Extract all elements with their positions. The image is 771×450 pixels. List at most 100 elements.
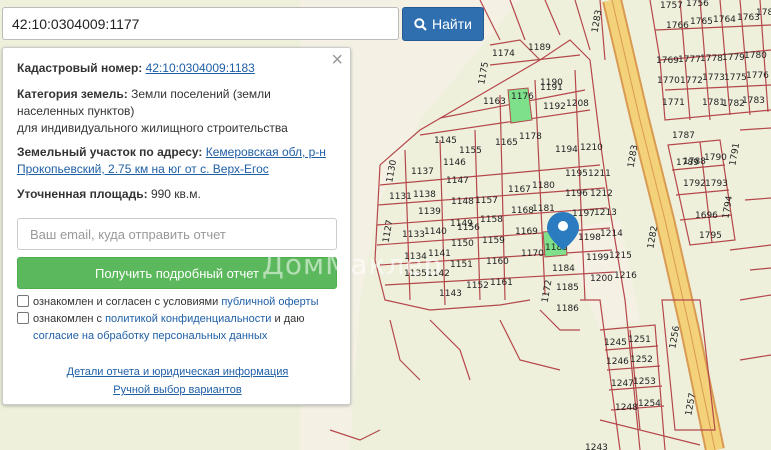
parcel-label: 1189	[528, 43, 551, 53]
area-value: 990 кв.м.	[150, 187, 201, 201]
parcel-label: 1789	[676, 158, 699, 168]
get-report-label: Получить подробный отчет	[94, 265, 260, 281]
parcel-label: 1156	[457, 223, 480, 233]
personal-data-consent-link[interactable]: согласие на обработку персональных данны…	[33, 330, 267, 342]
parcel-label: 1185	[556, 283, 579, 293]
parcel-info-panel: × Кадастровый номер: 42:10:0304009:1183 …	[2, 47, 351, 405]
search-input[interactable]: 42:10:0304009:1177	[2, 7, 399, 40]
parcel-label: 1696	[695, 211, 718, 221]
parcel-label: 1197	[572, 209, 595, 219]
parcel-label: 1243	[585, 443, 608, 450]
parcel-label: 1148	[451, 197, 474, 207]
parcel-label: 1793	[705, 179, 728, 189]
parcel-label: 1214	[600, 229, 623, 239]
parcel-label: 1196	[565, 189, 588, 199]
parcel-label: 1157	[475, 196, 498, 206]
parcel-label: 1208	[566, 99, 589, 109]
parcel-label: 1216	[614, 271, 637, 281]
parcel-label: 1131	[389, 192, 412, 202]
parcel-label: 1191	[540, 83, 563, 93]
parcel-label: 1198	[578, 233, 601, 243]
parcel-label: 1155	[459, 146, 482, 156]
parcel-label: 1161	[490, 278, 513, 288]
consent-privacy-checkbox[interactable]	[17, 312, 29, 324]
parcel-label: 1176	[511, 92, 534, 102]
parcel-label: 1251	[628, 335, 651, 345]
parcel-label: 1773	[702, 73, 725, 83]
public-offer-link[interactable]: публичной оферты	[221, 296, 318, 308]
address-link-1[interactable]: Кемеровская обл, р-н	[206, 145, 326, 159]
parcel-label: 1795	[699, 231, 722, 241]
consent-offer-checkbox[interactable]	[17, 295, 29, 307]
parcel-label: 1775	[724, 73, 747, 83]
consent-privacy-row: ознакомлен с политикой конфиденциальност…	[17, 311, 337, 345]
consent-privacy-mid: и даю	[271, 313, 305, 325]
parcel-label: 1138	[413, 190, 436, 200]
parcel-label: 1194	[555, 145, 578, 155]
parcel-label: 1152	[466, 281, 489, 291]
parcel-label: 1143	[439, 289, 462, 299]
report-details-link[interactable]: Детали отчета и юридическая информация	[3, 366, 352, 378]
privacy-policy-link[interactable]: политикой конфиденциальности	[105, 313, 271, 325]
address-link-2[interactable]: Прокопьевский, 2.75 км на юг от с. Верх-…	[17, 162, 269, 176]
parcel-label: 1787	[672, 131, 695, 141]
parcel-label: 1783	[742, 96, 765, 106]
parcel-label: 1253	[633, 377, 656, 387]
manual-selection-link[interactable]: Ручной выбор вариантов	[3, 384, 352, 396]
parcel-label: 1246	[606, 357, 629, 367]
cadastral-label: Кадастровый номер:	[17, 61, 143, 75]
parcel-label: 1770	[657, 76, 680, 86]
parcel-label: 1159	[482, 236, 505, 246]
parcel-label: 1245	[604, 338, 627, 348]
parcel-label: 1133	[402, 230, 425, 240]
parcel-label: 1764	[713, 15, 736, 25]
parcel-label: 1215	[609, 251, 632, 261]
parcel-label: 1212	[590, 189, 613, 199]
consent-offer-row: ознакомлен и согласен с условиями публич…	[17, 294, 337, 311]
category-value-2: населенных пунктов)	[17, 104, 135, 118]
parcel-label: 1170	[521, 249, 544, 259]
cadastral-number-link[interactable]: 42:10:0304009:1183	[146, 61, 255, 75]
parcel-label: 1167	[508, 185, 531, 195]
address-row: Земельный участок по адресу: Кемеровская…	[17, 144, 339, 178]
parcel-label: 1151	[450, 260, 473, 270]
parcel-label: 1174	[492, 49, 515, 59]
parcel-label: 1184	[552, 264, 575, 274]
parcel-label: 1160	[486, 257, 509, 267]
email-placeholder: Ваш email, куда отправить отчет	[30, 226, 226, 242]
parcel-label: 1792	[683, 179, 706, 189]
parcel-label: 1771	[662, 98, 685, 108]
parcel-label: 1158	[480, 215, 503, 225]
parcel-label: 1150	[451, 239, 474, 249]
parcel-label: 1765	[690, 17, 713, 27]
area-row: Уточненная площадь: 990 кв.м.	[17, 186, 339, 203]
parcel-label: 1180	[532, 181, 555, 191]
parcel-label: 1195	[565, 169, 588, 179]
search-button-label: Найти	[432, 16, 472, 32]
consent-privacy-text: ознакомлен с	[33, 313, 106, 325]
parcel-label: 1210	[580, 143, 603, 153]
parcel-label: 1247	[611, 379, 634, 389]
parcel-label: 1769	[656, 56, 679, 66]
parcel-label: 1776	[746, 71, 769, 81]
parcel-label: 1211	[588, 169, 611, 179]
parcel-label: 1139	[418, 207, 441, 217]
parcel-label: 1137	[411, 167, 434, 177]
search-button[interactable]: Найти	[402, 7, 484, 41]
parcel-label: 1199	[586, 253, 609, 263]
category-label: Категория земель:	[17, 87, 128, 101]
search-icon	[414, 17, 427, 31]
address-label: Земельный участок по адресу:	[17, 145, 203, 159]
parcel-label: 1777	[678, 55, 701, 65]
parcel-label: 1772	[680, 76, 703, 86]
consent-offer-text: ознакомлен и согласен с условиями	[33, 296, 222, 308]
parcel-label: 1147	[446, 176, 469, 186]
email-input[interactable]: Ваш email, куда отправить отчет	[17, 218, 337, 250]
parcel-label: 1766	[666, 21, 689, 31]
parcel-label: 1192	[543, 102, 566, 112]
category-value-3: для индивидуального жилищного строительс…	[17, 121, 288, 135]
parcel-label: 1200	[590, 274, 613, 284]
parcel-label: 1145	[434, 136, 457, 146]
parcel-label: 1213	[594, 208, 617, 218]
parcel-label: 1779	[722, 53, 745, 63]
